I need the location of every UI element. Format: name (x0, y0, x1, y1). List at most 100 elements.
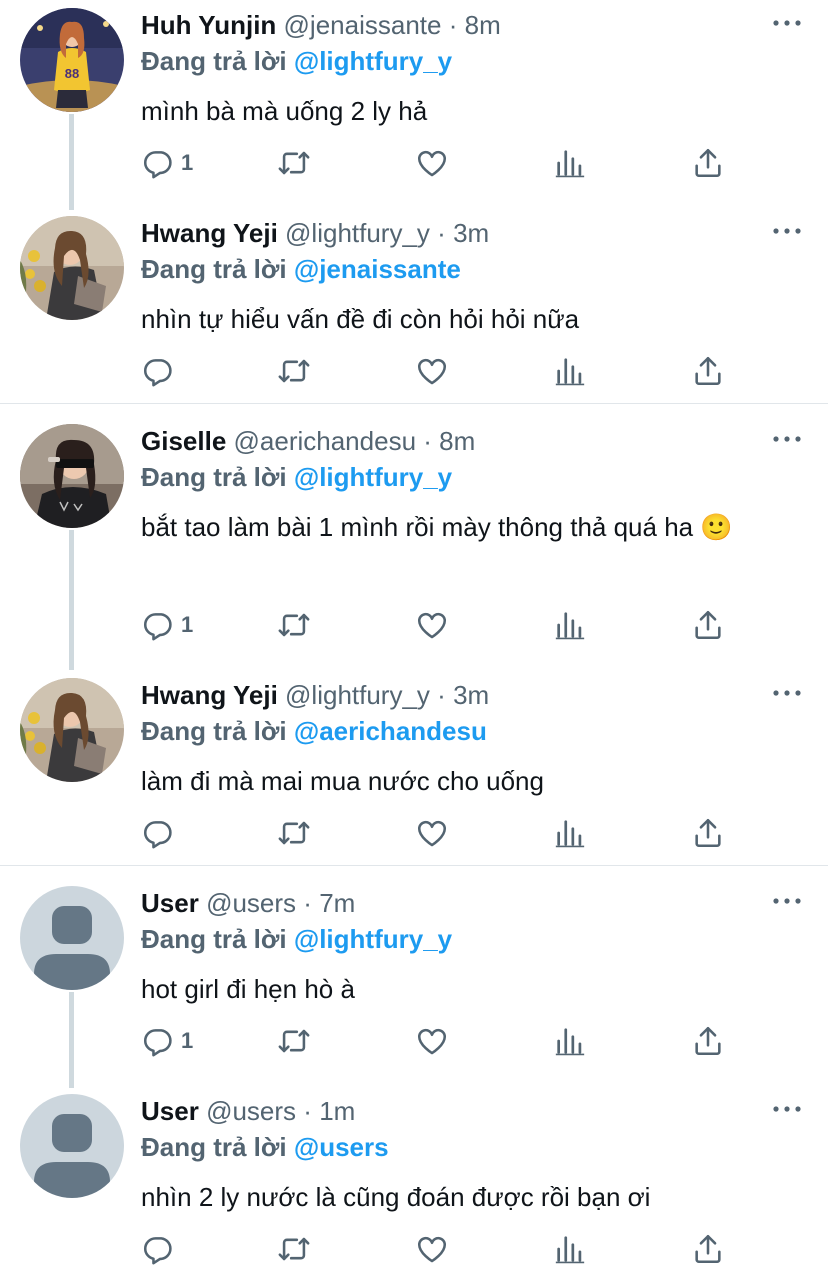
views-button[interactable] (553, 1229, 587, 1269)
like-icon (415, 816, 449, 850)
user-handle[interactable]: @jenaissante (284, 10, 442, 40)
retweet-button[interactable] (277, 605, 311, 645)
reply-icon (141, 816, 175, 850)
thread-connector (69, 992, 74, 1088)
user-handle[interactable]: @lightfury_y (285, 218, 430, 248)
reply-mention-link[interactable]: @jenaissante (294, 254, 461, 284)
tweet-header: User @users · 1m (141, 1094, 355, 1128)
share-button[interactable] (691, 1021, 725, 1061)
retweet-button[interactable] (277, 351, 311, 391)
retweet-button[interactable] (277, 813, 311, 853)
share-button[interactable] (691, 1229, 725, 1269)
more-options-icon[interactable] (770, 216, 804, 246)
share-button[interactable] (691, 605, 725, 645)
reply-button[interactable]: 1 (141, 143, 193, 183)
tweet-header: User @users · 7m (141, 886, 355, 920)
avatar[interactable] (20, 886, 124, 990)
conversation-divider (0, 865, 828, 866)
share-icon (691, 1024, 725, 1058)
reply-button[interactable]: 1 (141, 605, 193, 645)
share-button[interactable] (691, 351, 725, 391)
more-options-icon[interactable] (770, 1094, 804, 1124)
timestamp[interactable]: 3m (453, 218, 489, 248)
replying-to: Đang trả lời @lightfury_y (141, 460, 452, 494)
reply-mention-link[interactable]: @aerichandesu (294, 716, 487, 746)
tweet-text: bắt tao làm bài 1 mình rồi mày thông thả… (141, 512, 733, 542)
views-button[interactable] (553, 1021, 587, 1061)
more-options-icon[interactable] (770, 886, 804, 916)
reply-mention-link[interactable]: @users (294, 1132, 389, 1162)
display-name[interactable]: Giselle (141, 426, 226, 456)
display-name[interactable]: User (141, 888, 199, 918)
retweet-button[interactable] (277, 1229, 311, 1269)
separator-dot: · (303, 1096, 312, 1126)
tweet-text: làm đi mà mai mua nước cho uống (141, 766, 544, 796)
reply-count: 1 (181, 150, 194, 175)
reply-count: 1 (181, 1028, 194, 1053)
reply-button[interactable] (141, 813, 181, 853)
reply-button[interactable]: 1 (141, 1021, 193, 1061)
like-button[interactable] (415, 143, 449, 183)
tweet-actions (141, 1229, 741, 1269)
like-button[interactable] (415, 1229, 449, 1269)
separator-dot: · (437, 218, 446, 248)
views-icon (553, 608, 587, 642)
reply-button[interactable] (141, 351, 181, 391)
display-name[interactable]: Huh Yunjin (141, 10, 276, 40)
tweet-text: nhìn 2 ly nước là cũng đoán được rồi bạn… (141, 1182, 651, 1212)
avatar[interactable] (20, 8, 124, 112)
more-options-icon[interactable] (770, 678, 804, 708)
separator-dot: · (303, 888, 312, 918)
timestamp[interactable]: 8m (439, 426, 475, 456)
like-button[interactable] (415, 1021, 449, 1061)
like-icon (415, 354, 449, 388)
more-options-icon[interactable] (770, 424, 804, 454)
display-name[interactable]: Hwang Yeji (141, 218, 278, 248)
share-button[interactable] (691, 813, 725, 853)
user-handle[interactable]: @lightfury_y (285, 680, 430, 710)
retweet-icon (277, 1024, 311, 1058)
views-icon (553, 1024, 587, 1058)
avatar[interactable] (20, 678, 124, 782)
user-handle[interactable]: @users (206, 1096, 296, 1126)
timestamp[interactable]: 8m (465, 10, 501, 40)
share-button[interactable] (691, 143, 725, 183)
more-options-icon[interactable] (770, 8, 804, 38)
views-button[interactable] (553, 605, 587, 645)
avatar[interactable] (20, 1094, 124, 1198)
avatar[interactable] (20, 216, 124, 320)
tweet-text: nhìn tự hiểu vấn đề đi còn hỏi hỏi nữa (141, 304, 580, 334)
retweet-button[interactable] (277, 1021, 311, 1061)
separator-dot: · (448, 10, 458, 40)
views-button[interactable] (553, 351, 587, 391)
views-icon (553, 1232, 587, 1266)
tweet-header: Hwang Yeji @lightfury_y · 3m (141, 216, 489, 250)
reply-mention-link[interactable]: @lightfury_y (294, 46, 452, 76)
views-button[interactable] (553, 143, 587, 183)
avatar[interactable] (20, 424, 124, 528)
reply-button[interactable] (141, 1229, 181, 1269)
views-button[interactable] (553, 813, 587, 853)
display-name[interactable]: User (141, 1096, 199, 1126)
replying-label: Đang trả lời (141, 254, 287, 284)
timestamp[interactable]: 3m (453, 680, 489, 710)
replying-to: Đang trả lời @users (141, 1130, 389, 1164)
like-button[interactable] (415, 351, 449, 391)
like-icon (415, 146, 449, 180)
display-name[interactable]: Hwang Yeji (141, 680, 278, 710)
like-button[interactable] (415, 813, 449, 853)
retweet-button[interactable] (277, 143, 311, 183)
reply-mention-link[interactable]: @lightfury_y (294, 462, 452, 492)
tweet-actions: 1 (141, 605, 741, 645)
user-handle[interactable]: @aerichandesu (234, 426, 417, 456)
views-icon (553, 816, 587, 850)
timestamp[interactable]: 7m (319, 888, 355, 918)
like-button[interactable] (415, 605, 449, 645)
reply-icon (141, 608, 175, 642)
reply-icon (141, 354, 175, 388)
share-icon (691, 608, 725, 642)
reply-mention-link[interactable]: @lightfury_y (294, 924, 452, 954)
tweet-actions (141, 813, 741, 853)
user-handle[interactable]: @users (206, 888, 296, 918)
timestamp[interactable]: 1m (319, 1096, 355, 1126)
